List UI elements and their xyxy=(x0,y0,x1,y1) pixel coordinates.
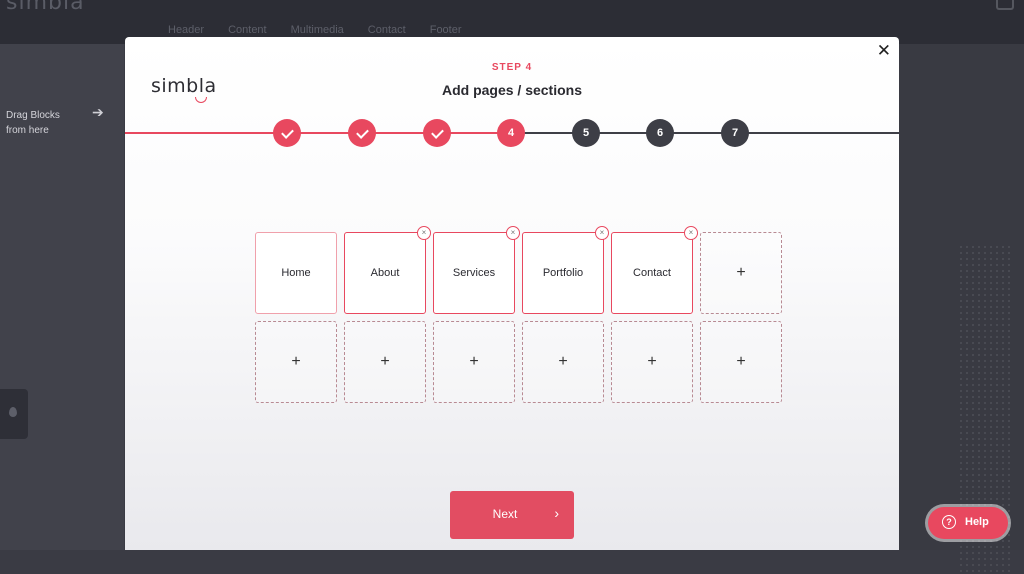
page-card-home[interactable]: Home xyxy=(255,232,337,314)
add-page-slot[interactable]: + xyxy=(344,321,426,403)
add-page-slot[interactable]: + xyxy=(700,321,782,403)
help-button[interactable]: ? Help xyxy=(928,507,1008,539)
background-side-tab xyxy=(0,389,28,439)
drag-blocks-hint: Drag Blocks from here xyxy=(6,110,60,136)
close-icon[interactable]: ✕ xyxy=(877,41,891,61)
remove-page-icon[interactable]: × xyxy=(506,226,520,240)
pages-grid: Home About × Services × Portfolio × Cont… xyxy=(255,226,783,403)
step-7-indicator: 7 xyxy=(721,119,749,147)
check-icon xyxy=(430,126,444,139)
add-page-slot[interactable]: + xyxy=(611,321,693,403)
next-button-label: Next xyxy=(492,507,518,521)
arrow-right-icon: ➔ xyxy=(92,104,104,120)
question-icon: ? xyxy=(942,515,956,529)
step-4-indicator: 4 xyxy=(497,119,525,147)
remove-page-icon[interactable]: × xyxy=(595,226,609,240)
add-page-slot[interactable]: + xyxy=(433,321,515,403)
progress-track-complete xyxy=(125,132,511,134)
step-label: STEP 4 xyxy=(491,62,533,73)
next-button[interactable]: Next › xyxy=(450,491,574,539)
page-name: Services xyxy=(452,267,496,279)
background-nav-item: Multimedia xyxy=(290,24,344,36)
page-card-services[interactable]: Services × xyxy=(433,226,520,314)
background-sidebar: Drag Blocks from here ➔ xyxy=(0,44,124,550)
check-icon xyxy=(280,126,294,139)
page-name: Contact xyxy=(633,267,671,279)
remove-page-icon[interactable]: × xyxy=(417,226,431,240)
background-nav: Header Content Multimedia Contact Footer xyxy=(168,24,462,36)
step-title: Add pages / sections xyxy=(441,82,583,98)
background-nav-item: Header xyxy=(168,24,205,36)
page-name: About xyxy=(370,267,400,279)
help-label: Help xyxy=(965,516,989,528)
background-nav-item: Content xyxy=(228,24,267,36)
progress-track-remaining xyxy=(511,132,899,134)
page-card-portfolio[interactable]: Portfolio × xyxy=(522,226,609,314)
page-name: Portfolio xyxy=(542,267,584,279)
background-nav-item: Footer xyxy=(429,24,462,36)
step-2-indicator xyxy=(348,119,376,147)
step-3-indicator xyxy=(423,119,451,147)
background-canvas xyxy=(899,44,1024,574)
add-page-slot[interactable]: + xyxy=(255,321,337,403)
screen-icon xyxy=(996,0,1014,10)
step-1-indicator xyxy=(273,119,301,147)
chevron-right-icon: › xyxy=(554,505,559,521)
page-name: Home xyxy=(281,267,311,279)
page-card-contact[interactable]: Contact × xyxy=(611,226,698,314)
add-page-slot[interactable]: + xyxy=(522,321,604,403)
step-5-indicator: 5 xyxy=(572,119,600,147)
step-6-indicator: 6 xyxy=(646,119,674,147)
drop-icon xyxy=(9,407,17,417)
page-card-about[interactable]: About × xyxy=(344,226,431,314)
background-nav-item: Contact xyxy=(367,24,406,36)
wizard-modal: ✕ simbla STEP 4 Add pages / sections 4 5… xyxy=(125,37,899,550)
check-icon xyxy=(355,126,369,139)
background-logo: simbla xyxy=(6,0,85,15)
add-page-slot[interactable]: + xyxy=(700,232,782,314)
remove-page-icon[interactable]: × xyxy=(684,226,698,240)
